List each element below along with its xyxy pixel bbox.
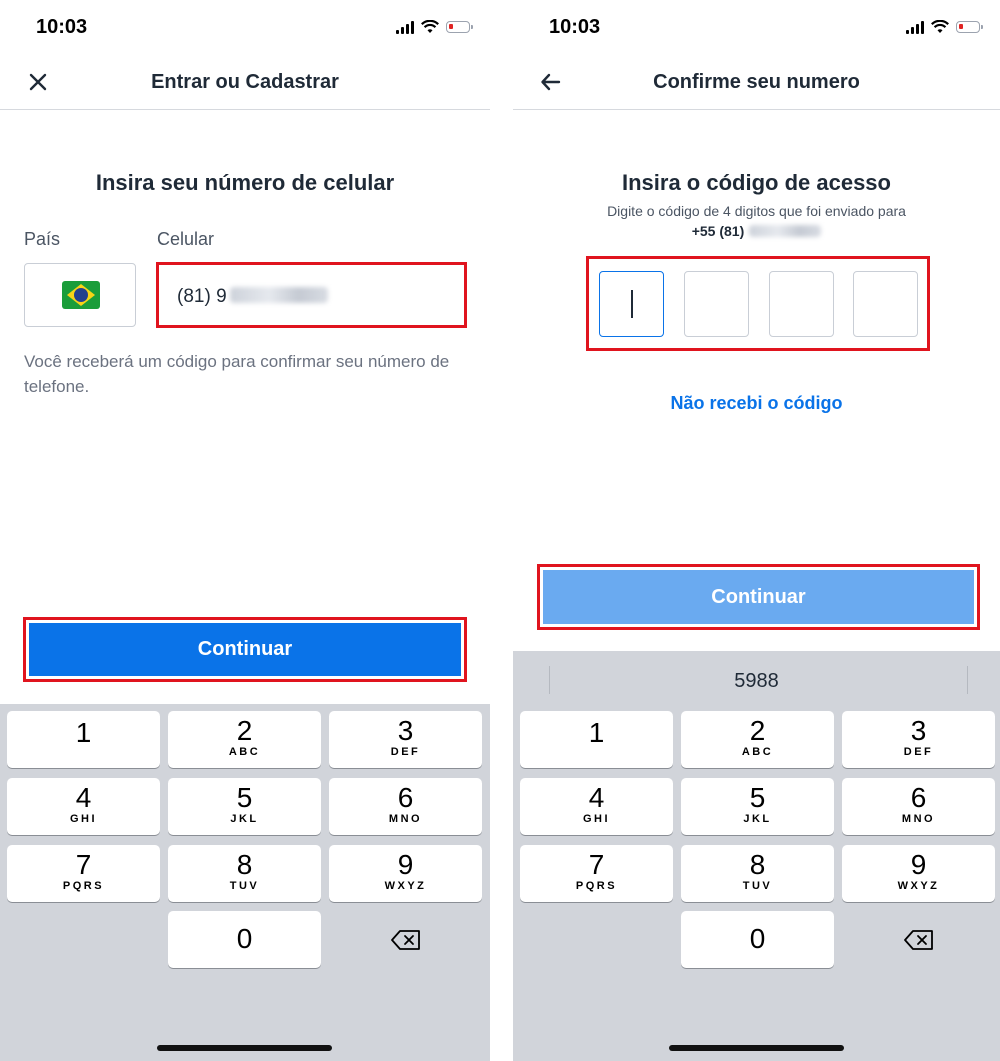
key-5[interactable]: 5 JKL: [681, 778, 834, 835]
key-3[interactable]: 3 DEF: [842, 711, 995, 768]
key-2[interactable]: 2 ABC: [681, 711, 834, 768]
phone-entry-screen: 10:03 Entrar ou Cadastrar Insira seu núm…: [0, 0, 490, 1061]
home-indicator: [157, 1045, 332, 1051]
code-digit-2[interactable]: [684, 271, 749, 337]
highlight-frame: [586, 256, 930, 351]
key-1[interactable]: 1: [520, 711, 673, 768]
key-6[interactable]: 6 MNO: [842, 778, 995, 835]
key-7[interactable]: 7 PQRS: [520, 845, 673, 902]
nav-title: Entrar ou Cadastrar: [151, 71, 339, 93]
phone-value: (81) 9: [177, 286, 227, 307]
brazil-flag-icon: [62, 281, 100, 309]
page-heading: Insira o código de acesso: [622, 170, 891, 195]
country-selector[interactable]: [24, 263, 136, 327]
home-indicator: [668, 1045, 844, 1051]
nav-bar: Entrar ou Cadastrar: [0, 56, 490, 110]
code-digit-1[interactable]: [599, 271, 664, 337]
redacted-digits: [229, 287, 328, 303]
country-label: País: [24, 229, 61, 249]
key-7[interactable]: 7 PQRS: [7, 845, 160, 902]
code-digit-3[interactable]: [769, 271, 834, 337]
highlight-frame: Continuar: [23, 617, 467, 682]
continue-button[interactable]: Continuar: [543, 570, 974, 624]
masked-phone: +55 (81): [513, 223, 1000, 239]
backspace-key[interactable]: [842, 911, 995, 968]
backspace-key[interactable]: [329, 911, 482, 968]
backspace-icon: [904, 930, 933, 950]
autofill-bar: 5988: [513, 651, 1000, 705]
wifi-icon: [421, 20, 439, 33]
key-4[interactable]: 4 GHI: [7, 778, 160, 835]
redacted-digits: [749, 225, 822, 237]
wifi-icon: [931, 20, 949, 33]
key-6[interactable]: 6 MNO: [329, 778, 482, 835]
key-3[interactable]: 3 DEF: [329, 711, 482, 768]
phone-label: Celular: [157, 229, 215, 249]
key-9[interactable]: 9 WXYZ: [842, 845, 995, 902]
phone-prefix: +55 (81): [691, 223, 745, 239]
key-9[interactable]: 9 WXYZ: [329, 845, 482, 902]
key-8[interactable]: 8 TUV: [168, 845, 321, 902]
numeric-keyboard: 5988 1 2 ABC 3 DEF 4 GHI 5 JKL 6 MNO 7 PQRS 8T…: [513, 651, 1000, 1061]
status-icons: [396, 20, 473, 34]
phone-input[interactable]: (81) 9: [156, 262, 467, 328]
key-1[interactable]: 1: [7, 711, 160, 768]
status-time: 10:03: [549, 16, 601, 38]
signal-icon: [396, 20, 414, 34]
highlight-frame: Continuar: [537, 564, 980, 630]
continue-button[interactable]: Continuar: [29, 623, 461, 676]
autofill-suggestion[interactable]: 5988: [513, 670, 1000, 693]
key-4[interactable]: 4 GHI: [520, 778, 673, 835]
battery-icon: [956, 21, 983, 33]
helper-text: Você receberá um código para confirmar s…: [24, 352, 450, 396]
signal-icon: [906, 20, 924, 34]
battery-icon: [446, 21, 473, 33]
key-0[interactable]: 0: [168, 911, 321, 968]
backspace-icon: [391, 930, 420, 950]
key-8[interactable]: 8 TUV: [681, 845, 834, 902]
page-heading: Insira seu número de celular: [95, 170, 395, 195]
key-0[interactable]: 0: [681, 911, 834, 968]
status-icons: [906, 20, 983, 34]
key-2[interactable]: 2 ABC: [168, 711, 321, 768]
instruction-text: Digite o código de 4 digitos que foi env…: [607, 203, 906, 219]
nav-title: Confirme seu numero: [653, 71, 860, 93]
key-5[interactable]: 5 JKL: [168, 778, 321, 835]
status-time: 10:03: [36, 16, 88, 38]
nav-bar: Confirme seu numero: [513, 56, 1000, 110]
code-verification-screen: 10:03 Confirme seu numero Insira o códig…: [513, 0, 1000, 1061]
resend-code-link[interactable]: Não recebi o código: [513, 393, 1000, 414]
code-digit-4[interactable]: [853, 271, 918, 337]
text-cursor: [631, 290, 633, 318]
numeric-keyboard: 1 2 ABC 3 DEF 4 GHI 5 JKL 6 MNO 7 PQRS 8 TUV 9W…: [0, 704, 490, 1061]
